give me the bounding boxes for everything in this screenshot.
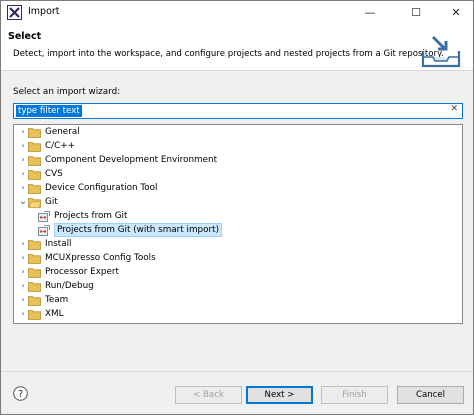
import-wizard-label: Select an import wizard: [13,87,121,97]
chevron-right-icon[interactable]: › [18,167,28,181]
eclipse-app-icon [7,5,22,20]
tree-folder-item[interactable]: › General [18,125,80,139]
help-icon[interactable]: ? [13,386,28,401]
page-title: Select [8,31,42,42]
tree-child-item[interactable]: Projects from Git (with smart import) [38,223,223,237]
tree-item-label: MCUXpresso Config Tools [45,253,156,263]
window-title: Import [28,6,60,17]
git-projects-icon [38,224,50,236]
tree-item-label: Team [45,295,69,305]
page-description: Detect, import into the workspace, and c… [13,49,444,59]
tree-folder-item[interactable]: ⌄ Git [18,195,58,209]
filter-input[interactable]: type filter text ✕ [13,103,463,119]
tree-folder-item[interactable]: › Device Configuration Tool [18,181,157,195]
folder-icon [28,155,41,166]
import-dialog: Import — ☐ ✕ Select Detect, import into … [0,0,474,415]
tree-folder-item[interactable]: › CVS [18,167,63,181]
tree-item-label: Run/Debug [45,281,94,291]
tree-folder-item[interactable]: › Run/Debug [18,279,94,293]
tree-child-item[interactable]: Projects from Git [38,209,127,223]
chevron-right-icon[interactable]: › [18,181,28,195]
tree-item-label: Git [45,197,58,207]
folder-icon [28,239,41,250]
back-button[interactable]: < Back [175,386,242,404]
tree-item-label: Device Configuration Tool [45,183,158,193]
chevron-right-icon[interactable]: › [18,293,28,307]
git-projects-icon [38,210,50,222]
tree-item-label: Projects from Git (with smart import) [54,223,223,237]
folder-icon [28,281,41,292]
wizard-header: Select Detect, import into the workspace… [1,24,473,71]
footer-divider [1,371,473,372]
chevron-right-icon[interactable]: › [18,237,28,251]
tree-item-label: Projects from Git [54,211,128,221]
finish-button[interactable]: Finish [321,386,388,404]
tree-item-label: Install [45,239,72,249]
chevron-right-icon[interactable]: › [18,153,28,167]
chevron-right-icon[interactable]: › [18,251,28,265]
tree-item-label: Processor Expert [45,267,119,277]
title-bar[interactable]: Import — ☐ ✕ [1,1,473,24]
chevron-right-icon[interactable]: › [18,307,28,321]
minimize-button[interactable]: — [355,1,385,24]
folder-icon [28,183,41,194]
import-banner-icon [421,35,461,68]
chevron-right-icon[interactable]: › [18,125,28,139]
folder-open-icon [28,197,41,208]
clear-filter-icon[interactable]: ✕ [450,104,458,114]
next-button[interactable]: Next > [246,386,313,404]
tree-folder-item[interactable]: › C/C++ [18,139,75,153]
tree-folder-item[interactable]: › Install [18,237,71,251]
tree-item-label: Component Development Environment [45,155,218,165]
folder-icon [28,127,41,138]
tree-folder-item[interactable]: › Component Development Environment [18,153,217,167]
chevron-right-icon[interactable]: › [18,265,28,279]
chevron-right-icon[interactable]: › [18,279,28,293]
folder-icon [28,267,41,278]
folder-icon [28,141,41,152]
maximize-button[interactable]: ☐ [401,1,431,24]
tree-folder-item[interactable]: › Processor Expert [18,265,119,279]
tree-folder-item[interactable]: › Team [18,293,68,307]
tree-folder-item[interactable]: › MCUXpresso Config Tools [18,251,156,265]
folder-icon [28,309,41,320]
tree-item-label: General [45,127,80,137]
folder-icon [28,295,41,306]
import-wizard-tree[interactable]: › General › C/C++ › Component Development Env… [13,124,463,324]
tree-item-label: C/C++ [45,141,75,151]
tree-item-label: CVS [45,169,63,179]
cancel-button[interactable]: Cancel [397,386,464,404]
chevron-down-icon[interactable]: ⌄ [18,197,28,207]
svg-text:?: ? [18,389,23,400]
filter-input-value[interactable]: type filter text [16,105,82,117]
folder-icon [28,169,41,180]
tree-item-label: XML [45,309,64,319]
folder-icon [28,253,41,264]
tree-folder-item[interactable]: › XML [18,307,64,321]
chevron-right-icon[interactable]: › [18,139,28,153]
close-button[interactable]: ✕ [441,1,471,24]
